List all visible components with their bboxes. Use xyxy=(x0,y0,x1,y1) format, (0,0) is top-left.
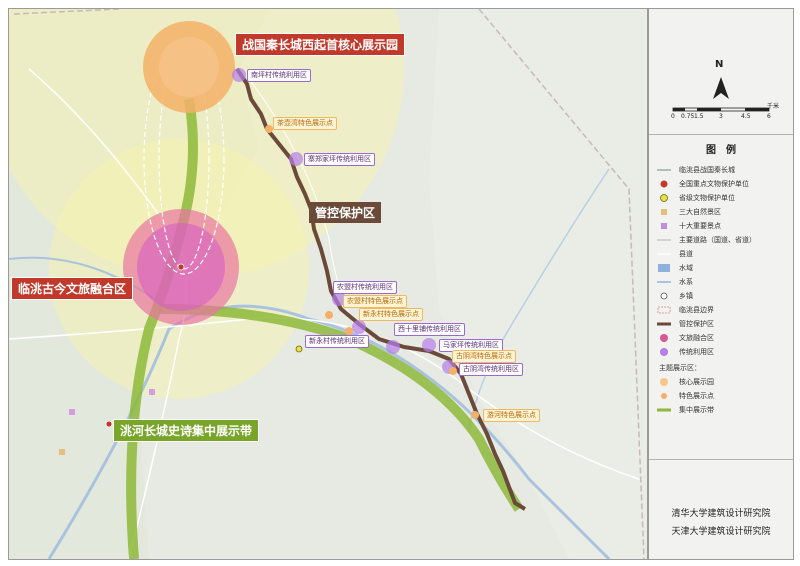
water-area-icon xyxy=(658,264,670,272)
national-site-marker xyxy=(177,263,185,271)
national-site-icon xyxy=(660,180,668,188)
map-figure: 战国秦长城西起首核心展示园 管控保护区 临洮古今文旅融合区 洮河长城史诗集中展示… xyxy=(0,0,800,566)
fusion-zone-label: 临洮古今文旅融合区 xyxy=(11,277,134,300)
scale-tick: 3 xyxy=(719,113,723,120)
core-park-icon xyxy=(660,378,668,386)
orange-point xyxy=(265,125,273,133)
scale-tick: 4.5 xyxy=(741,113,751,120)
legend-title: 图 例 xyxy=(706,145,736,156)
point-label-purple: 古阴湾传统利用区 xyxy=(459,363,523,376)
institutes-box: 清华大学建筑设计研究院 天津大学建筑设计研究院 xyxy=(649,460,793,559)
control-zone-icon xyxy=(657,322,671,326)
scale-tick: 0 xyxy=(671,113,675,120)
scale-tick: 0.75 xyxy=(681,113,695,120)
orange-point xyxy=(449,367,457,375)
scale-tick: 1.5 xyxy=(694,113,704,120)
point-label-orange: 茶壶湾特色展示点 xyxy=(273,117,337,130)
scale-seg xyxy=(745,108,769,111)
point-label-orange: 农盟村特色展示点 xyxy=(343,295,407,308)
legend-box: 图 例 临洮县战国秦长城 全国重点文物保护单位 省级文物保护单位 三大自然景区 … xyxy=(649,135,793,460)
water-system-icon xyxy=(657,281,671,283)
point-label-orange: 新永村特色展示点 xyxy=(359,308,423,321)
purple-point xyxy=(352,320,366,334)
scenic-spot-marker xyxy=(69,409,75,415)
purple-point xyxy=(422,338,436,352)
legend-subsection-title: 主题展示区： xyxy=(659,364,701,372)
north-label: N xyxy=(715,59,724,70)
belt-icon xyxy=(657,408,671,412)
point-label-purple: 寨郑家坪传统利用区 xyxy=(304,153,375,166)
fusion-zone-icon xyxy=(660,334,668,342)
point-label-orange: 游河特色展示点 xyxy=(483,409,540,422)
scenic-area-icon xyxy=(661,209,667,215)
scale-tick: 6 xyxy=(767,113,771,120)
north-arrow-icon xyxy=(713,77,729,99)
institute-1: 清华大学建筑设计研究院 xyxy=(671,509,771,519)
purple-point xyxy=(232,68,246,82)
map-canvas: 战国秦长城西起首核心展示园 管控保护区 临洮古今文旅融合区 洮河长城史诗集中展示… xyxy=(8,8,648,560)
point-label-purple: 南坪村传统利用区 xyxy=(247,69,311,82)
orange-point xyxy=(345,327,353,335)
township-icon xyxy=(660,292,668,300)
belt-label: 洮河长城史诗集中展示带 xyxy=(113,419,260,442)
wall-line-icon xyxy=(657,169,671,171)
scenic-area-marker xyxy=(59,449,65,455)
feature-point-icon xyxy=(661,393,667,399)
county-boundary-icon xyxy=(657,306,671,314)
legend-panel: N 0 0.75 1.5 3 4.5 6 千米 图 例 临洮县战国秦长城 全国重… xyxy=(648,8,794,560)
national-site-marker xyxy=(105,420,113,428)
traditional-use-icon xyxy=(660,348,668,356)
orange-point xyxy=(325,311,333,319)
compass-box: N 0 0.75 1.5 3 4.5 6 千米 xyxy=(649,9,793,135)
orange-point xyxy=(471,411,479,419)
point-label-purple: 新永村传统利用区 xyxy=(305,335,369,348)
scale-seg xyxy=(673,108,685,111)
county-road-icon xyxy=(657,253,671,255)
control-zone-label: 管控保护区 xyxy=(309,202,382,223)
main-road-icon xyxy=(657,239,671,241)
provincial-site-icon xyxy=(660,194,668,202)
purple-point xyxy=(289,152,303,166)
institute-2: 天津大学建筑设计研究院 xyxy=(671,527,771,537)
point-label-orange: 古阴湾特色展示点 xyxy=(452,350,516,363)
core-park-inner xyxy=(159,37,219,97)
core-park-label: 战国秦长城西起首核心展示园 xyxy=(235,33,406,56)
point-label-purple: 农盟村传统利用区 xyxy=(333,281,397,294)
provincial-site-marker xyxy=(295,345,303,353)
scenic-spot-icon xyxy=(661,223,667,229)
scenic-spot-marker xyxy=(149,389,155,395)
scale-seg xyxy=(697,108,721,111)
purple-point xyxy=(386,340,400,354)
point-label-purple: 西十里铺传统利用区 xyxy=(394,323,465,336)
scale-unit: 千米 xyxy=(767,103,780,110)
